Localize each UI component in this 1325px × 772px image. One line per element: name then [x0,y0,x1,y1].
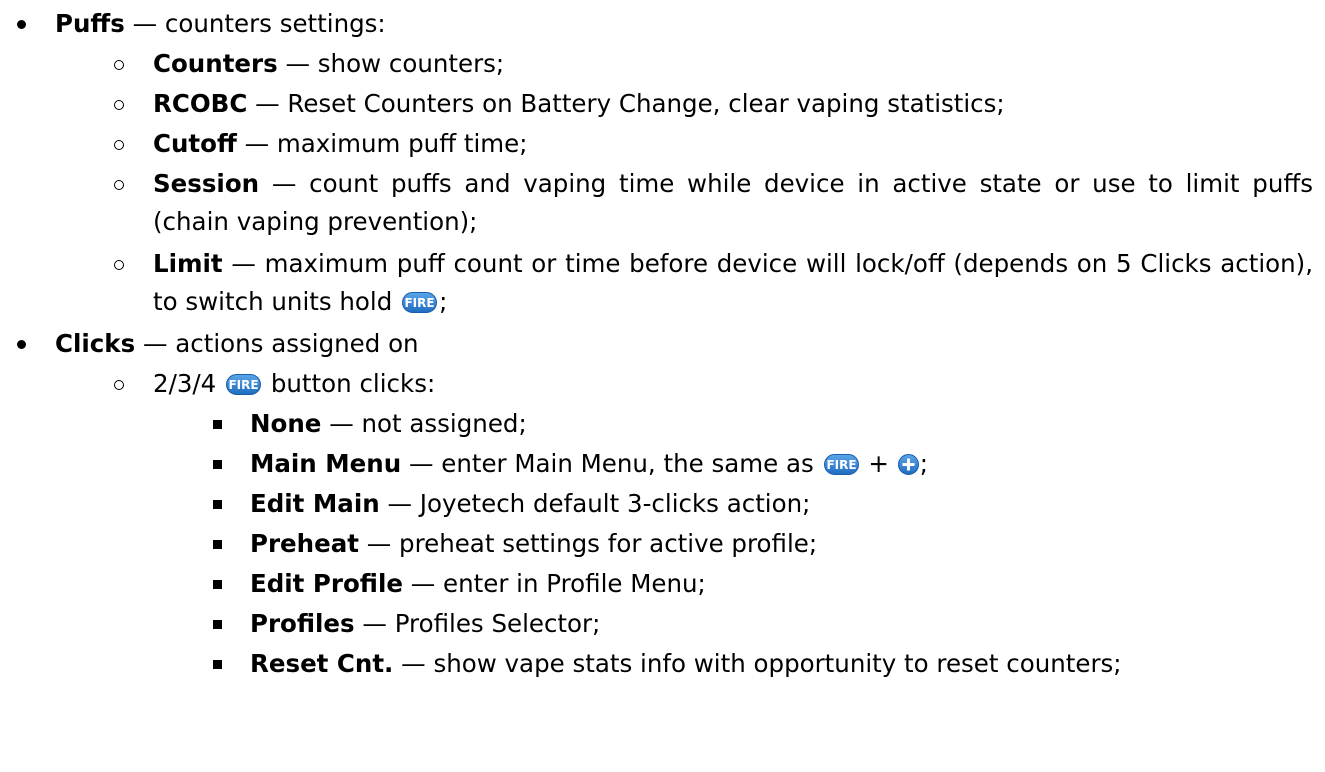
list-item-puffs: Puffs — counters settings: [55,5,386,43]
list-item-clicks: Clicks — actions assigned on [55,325,419,363]
desc-edit-main: — Joyetech default 3-clicks action; [379,489,811,518]
bullet-circle [114,100,124,110]
list-item-profiles: Profiles — Profiles Selector; [250,605,600,643]
bullet-square [213,620,222,629]
bullet-square [213,580,222,589]
term-rcobc: RCOBC [153,89,248,118]
list-item-none: None — not assigned; [250,405,527,443]
bullet-circle [114,180,124,190]
svg-text:FIRE: FIRE [405,296,435,310]
bullet-square [213,500,222,509]
desc-none: — not assigned; [321,409,527,438]
list-item-rcobc: RCOBC — Reset Counters on Battery Change… [153,85,1005,123]
bullet-square [213,420,222,429]
list-item-session: Session — count puffs and vaping time wh… [153,165,1313,241]
fire-button-icon: FIRE [226,374,262,395]
term-session: Session [153,169,260,198]
desc-rcobc: — Reset Counters on Battery Change, clea… [247,89,1005,118]
desc-limit-end: ; [439,287,448,316]
plus-join: + [860,449,897,478]
term-main-menu: Main Menu [250,449,402,478]
term-none: None [250,409,322,438]
bullet-circle [114,380,124,390]
list-item-button-clicks: 2/3/4 FIRE button clicks: [153,365,435,403]
term-puffs: Puffs [55,9,125,38]
desc-puffs: — counters settings: [124,9,386,38]
desc-session: — count puffs and vaping time while devi… [153,169,1313,236]
desc-preheat: — preheat settings for active profile; [358,529,818,558]
fire-button-icon: FIRE [823,454,859,475]
desc-clicks: — actions assigned on [135,329,419,358]
term-profiles: Profiles [250,609,355,638]
list-item-limit: Limit — maximum puff count or time befor… [153,245,1313,321]
desc-limit: — maximum puff count or time before devi… [153,249,1313,316]
term-edit-profile: Edit Profile [250,569,403,598]
clicks-suffix: button clicks: [263,369,436,398]
term-cutoff: Cutoff [153,129,237,158]
term-edit-main: Edit Main [250,489,380,518]
list-item-reset-cnt: Reset Cnt. — show vape stats info with o… [250,645,1122,683]
list-item-main-menu: Main Menu — enter Main Menu, the same as… [250,445,928,483]
desc-reset-cnt: — show vape stats info with opportunity … [393,649,1122,678]
term-limit: Limit [153,249,223,278]
document-body: Puffs — counters settings: Counters — sh… [0,0,1325,772]
bullet-circle [114,260,124,270]
fire-button-icon: FIRE [402,292,438,313]
desc-main-menu: — enter Main Menu, the same as [401,449,822,478]
list-item-preheat: Preheat — preheat settings for active pr… [250,525,817,563]
term-clicks: Clicks [55,329,136,358]
plus-button-icon [897,454,919,475]
term-preheat: Preheat [250,529,359,558]
list-item-counters: Counters — show counters; [153,45,504,83]
bullet-square [213,660,222,669]
list-item-edit-main: Edit Main — Joyetech default 3-clicks ac… [250,485,810,523]
bullet-circle [114,60,124,70]
bullet-circle [114,140,124,150]
bullet-disc [17,340,26,349]
bullet-disc [17,20,26,29]
term-reset-cnt: Reset Cnt. [250,649,394,678]
bullet-square [213,460,222,469]
svg-text:FIRE: FIRE [826,458,856,472]
clicks-prefix: 2/3/4 [153,369,225,398]
desc-main-menu-end: ; [919,449,928,478]
list-item-cutoff: Cutoff — maximum puff time; [153,125,527,163]
term-counters: Counters [153,49,278,78]
desc-counters: — show counters; [277,49,505,78]
svg-text:FIRE: FIRE [229,378,259,392]
desc-cutoff: — maximum puff time; [236,129,528,158]
desc-edit-profile: — enter in Profile Menu; [402,569,706,598]
bullet-square [213,540,222,549]
desc-profiles: — Profiles Selector; [354,609,601,638]
list-item-edit-profile: Edit Profile — enter in Profile Menu; [250,565,706,603]
